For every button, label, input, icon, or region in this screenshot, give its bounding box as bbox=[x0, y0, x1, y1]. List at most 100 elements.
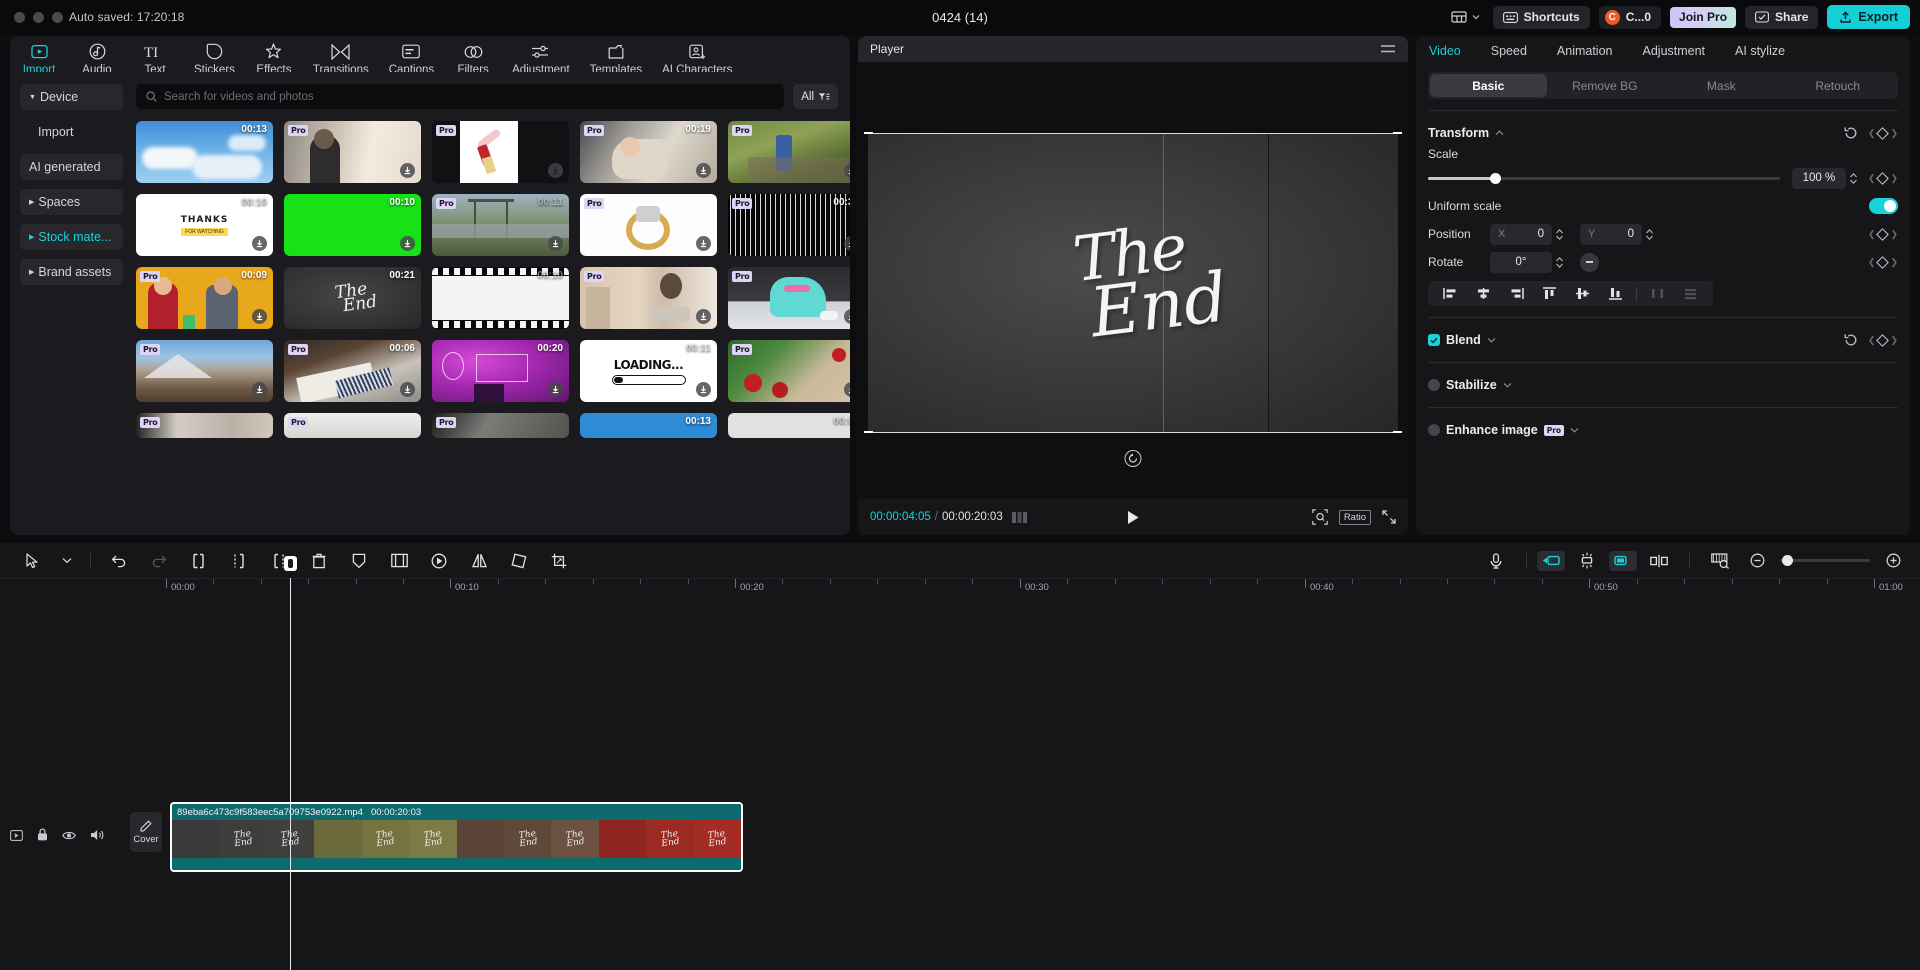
frames-icon[interactable] bbox=[1012, 512, 1028, 523]
media-item[interactable]: 00:10 bbox=[284, 194, 421, 256]
media-item[interactable]: Pro 00:09 bbox=[136, 267, 273, 329]
align-middle-vertical-icon[interactable] bbox=[1566, 287, 1599, 300]
undo-icon[interactable] bbox=[99, 547, 139, 575]
segment-basic[interactable]: Basic bbox=[1430, 74, 1547, 97]
lock-icon[interactable] bbox=[37, 828, 48, 846]
keyframe-prev-icon[interactable]: ❮ bbox=[1868, 229, 1876, 240]
tab-speed[interactable]: Speed bbox=[1491, 44, 1543, 58]
crop-icon[interactable] bbox=[539, 547, 579, 575]
keyframe-next-icon[interactable]: ❯ bbox=[1890, 257, 1898, 268]
tool-import[interactable]: Import bbox=[10, 36, 68, 76]
select-tool-icon[interactable] bbox=[12, 547, 52, 575]
fit-timeline-icon[interactable] bbox=[1700, 547, 1740, 575]
reset-icon[interactable] bbox=[1844, 126, 1858, 140]
rotate-keyframe-control[interactable]: ❮ ❯ bbox=[1868, 257, 1898, 268]
tab-video[interactable]: Video bbox=[1429, 44, 1477, 58]
media-item[interactable]: Pro bbox=[284, 413, 421, 438]
align-right-icon[interactable] bbox=[1500, 287, 1533, 300]
keyframe-next-icon[interactable]: ❯ bbox=[1890, 173, 1898, 184]
keyframe-next-icon[interactable]: ❯ bbox=[1890, 335, 1898, 346]
tool-audio[interactable]: Audio bbox=[68, 36, 126, 76]
record-voice-icon[interactable] bbox=[1476, 547, 1516, 575]
redo-icon[interactable] bbox=[139, 547, 179, 575]
chevron-down-icon[interactable] bbox=[52, 547, 82, 575]
media-item[interactable]: Pro bbox=[284, 121, 421, 183]
tool-filters[interactable]: Filters bbox=[444, 36, 502, 76]
resize-handle-top-right[interactable] bbox=[1393, 132, 1402, 134]
reset-icon[interactable] bbox=[1844, 333, 1858, 347]
tool-stickers[interactable]: Stickers bbox=[184, 36, 245, 76]
rotate-handle-icon[interactable] bbox=[1125, 450, 1142, 467]
split-icon[interactable] bbox=[219, 547, 259, 575]
sidebar-item-stock-materials[interactable]: ▶ Stock mate... bbox=[20, 224, 123, 250]
align-center-horizontal-icon[interactable] bbox=[1467, 287, 1500, 300]
tab-animation[interactable]: Animation bbox=[1557, 44, 1629, 58]
marker-icon[interactable] bbox=[339, 547, 379, 575]
close-window-button[interactable] bbox=[14, 12, 25, 23]
resize-handle-bottom-right[interactable] bbox=[1393, 431, 1402, 433]
stabilize-checkbox[interactable] bbox=[1428, 379, 1440, 391]
tool-templates[interactable]: Templates bbox=[580, 36, 652, 76]
sidebar-item-spaces[interactable]: ▶ Spaces bbox=[20, 189, 123, 215]
ratio-button[interactable]: Ratio bbox=[1339, 510, 1371, 525]
scale-value[interactable]: 100 % bbox=[1792, 168, 1846, 189]
download-button[interactable] bbox=[696, 163, 711, 178]
zoom-slider-knob[interactable] bbox=[1782, 555, 1793, 566]
download-button[interactable] bbox=[400, 382, 415, 397]
media-item[interactable]: Pro 00:36 bbox=[728, 194, 850, 256]
media-item[interactable]: 00:20 bbox=[432, 340, 569, 402]
play-button[interactable] bbox=[1126, 510, 1140, 525]
tool-text[interactable]: TI Text bbox=[126, 36, 184, 76]
crop-frame-icon[interactable] bbox=[379, 547, 419, 575]
keyframe-prev-icon[interactable]: ❮ bbox=[1868, 335, 1876, 346]
rotate-stepper[interactable] bbox=[1555, 256, 1564, 269]
split-clip-icon[interactable] bbox=[1639, 547, 1679, 575]
media-item[interactable]: Pro bbox=[580, 194, 717, 256]
resize-handle-bottom-left[interactable] bbox=[864, 431, 873, 433]
media-item[interactable]: Pro 00:19 bbox=[580, 121, 717, 183]
media-item[interactable]: Pro bbox=[136, 413, 273, 438]
playhead[interactable] bbox=[290, 578, 291, 970]
download-button[interactable] bbox=[252, 382, 267, 397]
join-pro-button[interactable]: Join Pro bbox=[1670, 7, 1736, 28]
freeze-frame-icon[interactable] bbox=[419, 547, 459, 575]
distribute-horizontal-icon[interactable] bbox=[1641, 287, 1674, 300]
mirror-icon[interactable] bbox=[459, 547, 499, 575]
align-left-icon[interactable] bbox=[1434, 287, 1467, 300]
download-button[interactable] bbox=[548, 382, 563, 397]
download-button[interactable] bbox=[548, 163, 563, 178]
ripple-right-icon[interactable] bbox=[1609, 551, 1637, 571]
tab-ai-stylize[interactable]: AI stylize bbox=[1735, 44, 1801, 58]
media-item[interactable]: Pro bbox=[580, 267, 717, 329]
track-type-icon[interactable] bbox=[10, 828, 23, 846]
rotate-icon[interactable] bbox=[499, 547, 539, 575]
position-y-field[interactable]: Y 0 bbox=[1580, 224, 1642, 245]
media-item[interactable]: Pro 00:11 bbox=[432, 194, 569, 256]
download-button[interactable] bbox=[696, 382, 711, 397]
scale-keyframe-control[interactable]: ❮ ❯ bbox=[1868, 173, 1898, 184]
media-item[interactable]: Pro bbox=[728, 340, 850, 402]
keyframe-diamond-icon[interactable] bbox=[1877, 172, 1890, 185]
align-bottom-icon[interactable] bbox=[1599, 287, 1632, 300]
download-button[interactable] bbox=[548, 236, 563, 251]
mute-icon[interactable] bbox=[90, 828, 104, 846]
tab-adjustment[interactable]: Adjustment bbox=[1643, 44, 1722, 58]
position-x-stepper[interactable] bbox=[1555, 228, 1564, 241]
sidebar-item-ai-generated[interactable]: AI generated bbox=[20, 154, 123, 180]
media-item[interactable]: Pro bbox=[728, 267, 850, 329]
scale-stepper[interactable] bbox=[1849, 172, 1858, 185]
sidebar-item-device[interactable]: ▼ Device bbox=[20, 84, 123, 110]
media-item[interactable]: LOADING... 00:11 bbox=[580, 340, 717, 402]
blend-title-group[interactable]: Blend bbox=[1428, 333, 1496, 347]
stabilize-title-group[interactable]: Stabilize bbox=[1428, 378, 1512, 392]
media-item[interactable]: 00:07 bbox=[728, 413, 850, 438]
keyframe-diamond-icon[interactable] bbox=[1877, 127, 1890, 140]
position-keyframe-control[interactable]: ❮ ❯ bbox=[1868, 229, 1898, 240]
rotate-field[interactable]: 0° bbox=[1490, 252, 1552, 273]
media-item[interactable]: Pro 00:06 bbox=[284, 340, 421, 402]
cover-button[interactable]: Cover bbox=[130, 812, 162, 852]
distribute-vertical-icon[interactable] bbox=[1674, 287, 1707, 300]
keyframe-control[interactable]: ❮ ❯ bbox=[1868, 128, 1898, 139]
tool-transitions[interactable]: Transitions bbox=[303, 36, 379, 76]
position-y-stepper[interactable] bbox=[1645, 228, 1654, 241]
